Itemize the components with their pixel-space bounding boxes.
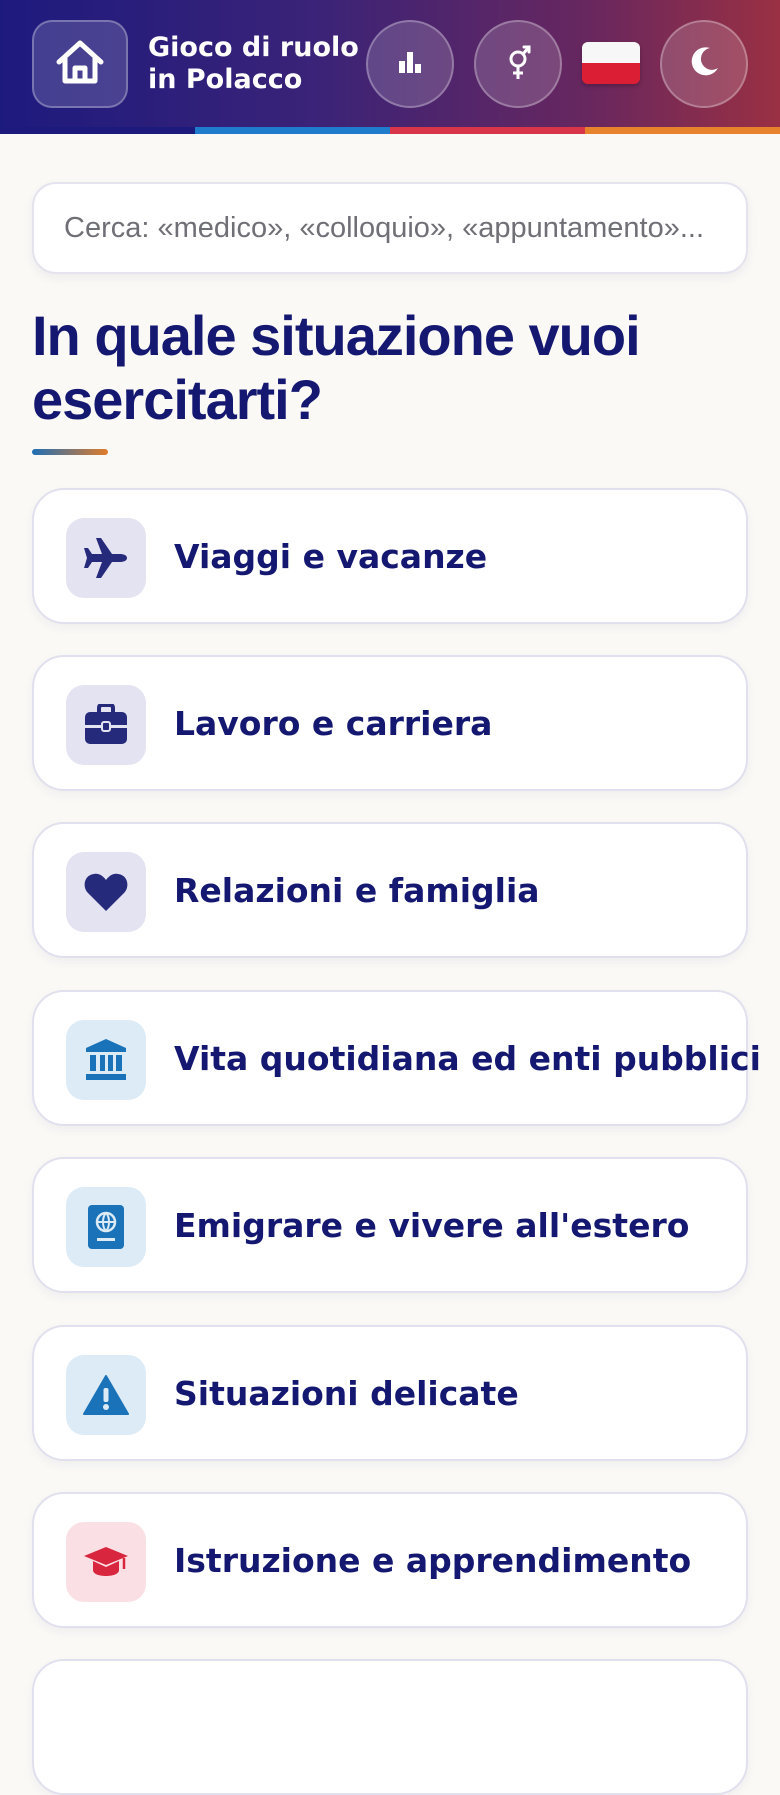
moon-icon [686, 44, 722, 84]
category-education[interactable]: Istruzione e apprendimento [32, 1492, 748, 1628]
app-header: Gioco di ruolo in Polacco [0, 0, 780, 134]
category-more[interactable] [32, 1659, 748, 1795]
category-label: Situazioni delicate [174, 1373, 519, 1413]
home-button[interactable] [32, 20, 128, 108]
category-label: Relazioni e famiglia [174, 870, 540, 910]
heart-icon [66, 852, 146, 932]
category-label: Lavoro e carriera [174, 703, 493, 743]
airplane-icon [66, 518, 146, 598]
category-relationships[interactable]: Relazioni e famiglia [32, 822, 748, 958]
search-input[interactable] [64, 211, 716, 245]
home-icon [54, 38, 106, 90]
category-delicate-situations[interactable]: Situazioni delicate [32, 1325, 748, 1461]
stats-button[interactable] [366, 20, 454, 108]
app-title-line1: Gioco di ruolo [148, 32, 359, 63]
passport-icon [66, 1187, 146, 1267]
gender-icon [503, 43, 533, 85]
page-title: In quale situazione vuoi esercitarti? [32, 304, 641, 431]
bank-icon [66, 1020, 146, 1100]
category-daily-life[interactable]: Vita quotidiana ed enti pubblici [32, 990, 761, 1126]
dark-mode-button[interactable] [660, 20, 748, 108]
header-color-stripe [0, 127, 780, 134]
category-label: Istruzione e apprendimento [174, 1540, 692, 1580]
gender-button[interactable] [474, 20, 562, 108]
category-label: Vita quotidiana ed enti pubblici [174, 1038, 761, 1078]
warning-icon [66, 1355, 146, 1435]
search-box[interactable] [32, 182, 748, 274]
title-underline [32, 449, 108, 455]
graduation-cap-icon [66, 1522, 146, 1602]
app-title: Gioco di ruolo in Polacco [148, 32, 359, 96]
category-label: Emigrare e vivere all'estero [174, 1205, 690, 1245]
category-travel[interactable]: Viaggi e vacanze [32, 488, 748, 624]
category-label: Viaggi e vacanze [174, 536, 488, 576]
category-emigration[interactable]: Emigrare e vivere all'estero [32, 1157, 748, 1293]
category-work[interactable]: Lavoro e carriera [32, 655, 748, 791]
app-title-line2: in Polacco [148, 64, 303, 95]
poland-flag-icon[interactable] [582, 42, 640, 84]
briefcase-icon [66, 685, 146, 765]
bar-chart-icon [397, 49, 423, 79]
